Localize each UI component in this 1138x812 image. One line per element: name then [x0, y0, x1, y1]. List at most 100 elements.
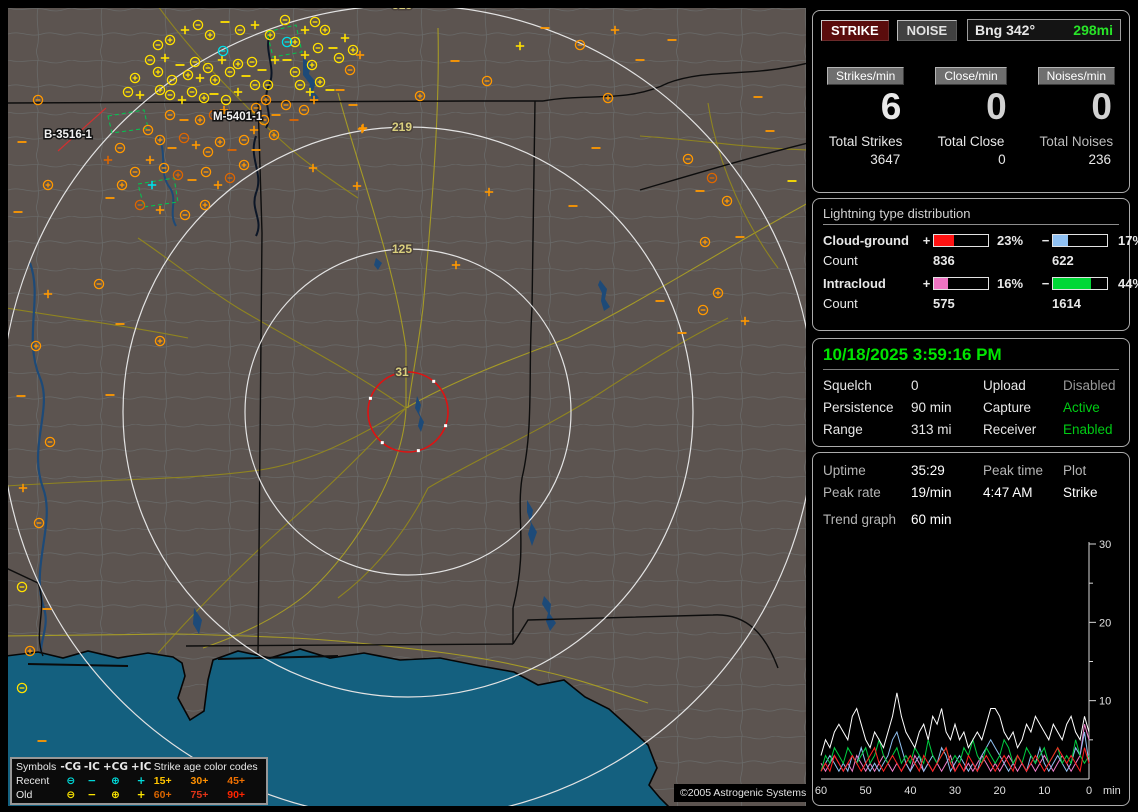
receiver-status: Enabled: [1063, 422, 1113, 437]
trend-series-cloud-ground-plus: [820, 746, 1090, 773]
count-label: Count: [823, 253, 858, 268]
distribution-panel: Lightning type distribution Cloud-ground…: [812, 198, 1138, 331]
ring-dot: [432, 379, 436, 383]
cloud-ground-row: Cloud-ground + 23% − 17%: [823, 233, 1138, 248]
legend-symbol: −: [87, 789, 97, 801]
peak-rate-value: 19/min: [911, 485, 952, 500]
cg-minus-pct: 17%: [1118, 233, 1138, 248]
count-label: Count: [823, 296, 858, 311]
close-per-min-button[interactable]: Close/min: [935, 67, 1007, 85]
total-noises-value: 236: [1088, 151, 1111, 167]
legend-row-label: Old: [16, 789, 33, 801]
legend-header: -IC: [83, 761, 100, 773]
legend-row-label: Recent: [16, 775, 50, 787]
ring-dot: [368, 396, 372, 400]
ring-label-125: 125: [392, 242, 412, 256]
x-tick-label: 60: [815, 785, 827, 797]
x-tick-label: 40: [904, 785, 916, 797]
trend-graph-value: 60 min: [911, 512, 952, 527]
datetime-display: 10/18/2025 3:59:16 PM: [823, 345, 1119, 370]
intracloud-label: Intracloud: [823, 276, 886, 291]
x-tick-label: 50: [860, 785, 872, 797]
total-close-label: Total Close: [937, 133, 1005, 149]
minus-sign: −: [1041, 233, 1050, 248]
map-canvas[interactable]: 313 219 125 31 M-5401-1 B-3516-1: [0, 0, 816, 812]
ic-minus-bar: [1052, 277, 1108, 290]
uptime-value: 35:29: [911, 463, 945, 478]
x-tick-label: 20: [994, 785, 1006, 797]
close-column: Close/min 0 Total Close 0: [918, 67, 1023, 167]
cloud-ground-count-row: Count 836 622: [823, 253, 1123, 268]
storm-cell-label: M-5401-1: [213, 111, 263, 123]
cloud-ground-label: Cloud-ground: [823, 233, 909, 248]
legend-header: +CG: [102, 761, 128, 773]
close-per-min-value: 0: [986, 86, 1007, 127]
minus-sign: −: [1041, 276, 1050, 291]
total-close-value: 0: [998, 151, 1006, 167]
plot-mode-value: Strike: [1063, 485, 1098, 500]
capture-status: Active: [1063, 400, 1100, 415]
ring-dot: [380, 441, 384, 445]
ic-minus-count: 1614: [1052, 296, 1081, 311]
y-tick-label: 30: [1099, 539, 1111, 551]
ring-dot: [444, 424, 448, 428]
legend-symbol: ⊖: [66, 789, 76, 801]
legend-header: Symbols: [16, 761, 57, 773]
counters-panel: STRIKE NOISE Bng 342° 298mi Strikes/min …: [812, 10, 1130, 193]
persistence-label: Persistence: [823, 400, 894, 415]
session-panel: Uptime 35:29 Peak time Plot Peak rate 19…: [812, 452, 1130, 806]
cg-plus-bar: [933, 234, 989, 247]
range-value: 313 mi: [911, 422, 952, 437]
legend-age-code: 90+: [227, 789, 246, 801]
ic-minus-pct: 44%: [1118, 276, 1138, 291]
bearing-readout: Bng 342° 298mi: [967, 19, 1121, 41]
noises-per-min-value: 0: [1091, 86, 1112, 127]
lightning-map[interactable]: 313 219 125 31 M-5401-1 B-3516-1 Symbols-CG-…: [0, 0, 816, 812]
plot-label: Plot: [1063, 463, 1087, 478]
legend-symbol: ⊖: [66, 775, 76, 787]
legend-header: +IC: [130, 761, 152, 773]
bearing-value: Bng 342°: [975, 22, 1036, 38]
noises-per-min-button[interactable]: Noises/min: [1037, 67, 1115, 85]
squelch-value: 0: [911, 378, 919, 393]
range-label: Range: [823, 422, 863, 437]
legend-symbol: ⊕: [110, 775, 120, 787]
upload-status: Disabled: [1063, 378, 1116, 393]
upload-label: Upload: [983, 378, 1026, 393]
peak-rate-label: Peak rate: [823, 485, 881, 500]
ring-label-313: 313: [392, 8, 412, 12]
trend-series-intracloud-minus: [820, 737, 1090, 772]
y-tick-label: 20: [1099, 617, 1111, 629]
trend-graph-label: Trend graph: [823, 512, 897, 527]
legend-symbol: −: [87, 775, 97, 787]
noise-mode-button[interactable]: NOISE: [896, 19, 958, 41]
capture-label: Capture: [983, 400, 1032, 415]
strikes-per-min-button[interactable]: Strikes/min: [826, 67, 905, 85]
strikes-column: Strikes/min 6 Total Strikes 3647: [813, 67, 918, 167]
strike-mode-button[interactable]: STRIKE: [821, 19, 889, 41]
intracloud-count-row: Count 575 1614: [823, 296, 1123, 311]
ic-plus-bar: [933, 277, 989, 290]
total-strikes-label: Total Strikes: [828, 133, 903, 149]
x-tick-label: 0: [1086, 785, 1092, 797]
peak-time-label: Peak time: [983, 463, 1044, 478]
symbol-legend: Symbols -CG -IC +CG +IC Strike age color code…: [10, 757, 268, 805]
ic-plus-pct: 16%: [997, 276, 1024, 291]
legend-age-code: 45+: [227, 775, 246, 787]
persistence-value: 90 min: [911, 400, 952, 415]
total-noises-label: Total Noises: [1039, 133, 1114, 149]
distribution-title: Lightning type distribution: [823, 206, 1119, 225]
copyright-text: ©2005 Astrogenic Systems: [674, 784, 808, 802]
noises-column: Noises/min 0 Total Noises 236: [1024, 67, 1129, 167]
strikes-per-min-value: 6: [880, 86, 902, 127]
legend-age-code: 30+: [190, 775, 209, 787]
intracloud-row: Intracloud + 16% − 44%: [823, 276, 1138, 291]
distance-value: 298mi: [1073, 22, 1113, 38]
legend-symbol: +: [136, 789, 146, 801]
trend-series-cloud-ground-minus: [820, 730, 1090, 773]
uptime-label: Uptime: [823, 463, 866, 478]
legend-age-title: Strike age color codes: [153, 761, 258, 773]
y-tick-label: 10: [1099, 696, 1111, 708]
receiver-label: Receiver: [983, 422, 1037, 437]
ic-plus-count: 575: [933, 296, 955, 311]
